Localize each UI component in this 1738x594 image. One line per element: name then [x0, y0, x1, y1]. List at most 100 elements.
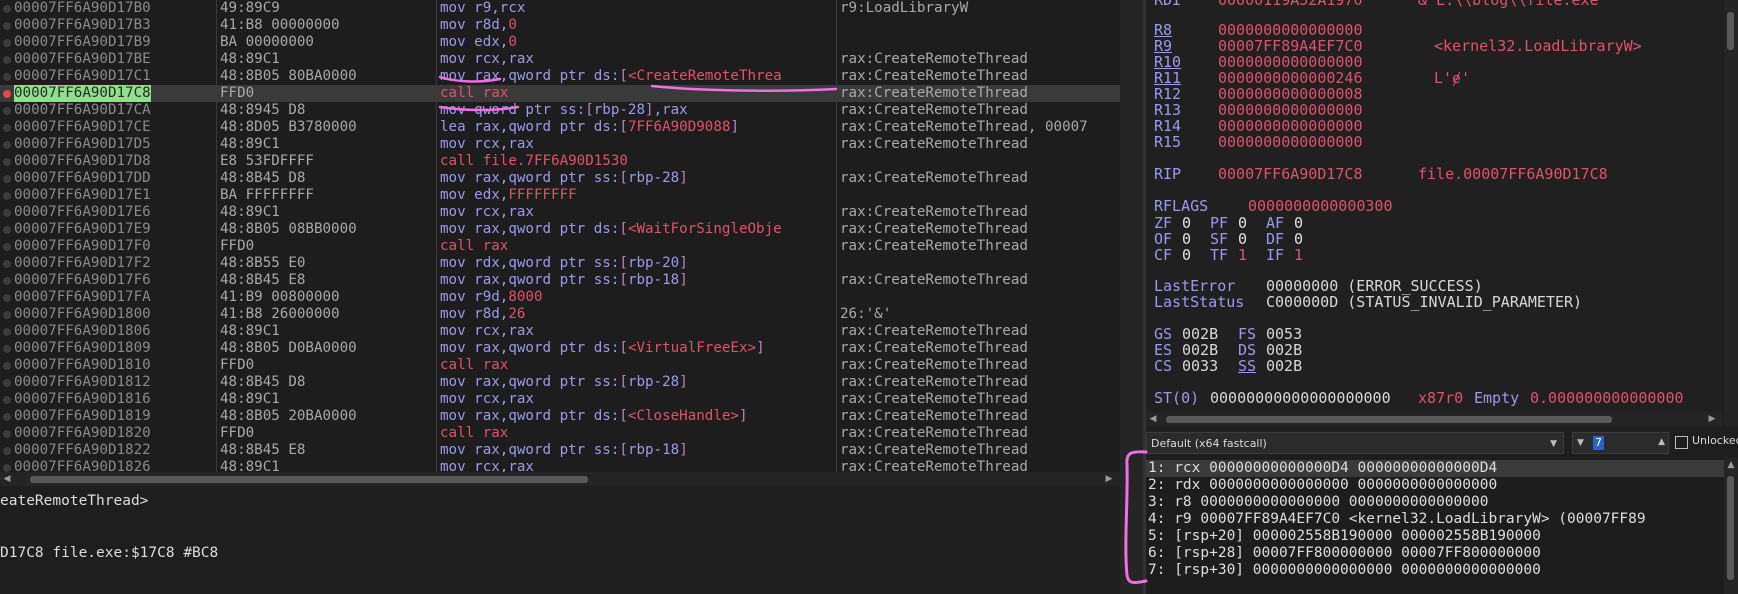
register-value[interactable]: 0000000000000000: [1218, 134, 1363, 151]
last-status-value[interactable]: C000000D (STATUS_INVALID_PARAMETER): [1266, 294, 1582, 311]
instruction-address[interactable]: 00007FF6A90D17E6: [14, 204, 151, 221]
instruction-address[interactable]: 00007FF6A90D1816: [14, 391, 151, 408]
scrollbar-thumb[interactable]: [30, 476, 588, 483]
disasm-row[interactable]: 00007FF6A90D17E9 48:8B05 08BB0000 mov rax,…: [0, 221, 1120, 238]
breakpoint-slot-icon[interactable]: [3, 226, 11, 234]
chevron-down-icon[interactable]: ▼: [1577, 438, 1584, 448]
instruction-address[interactable]: 00007FF6A90D17B0: [14, 0, 151, 17]
flag-value[interactable]: 0: [1182, 247, 1191, 264]
instruction-text[interactable]: mov rax,qword ptr ss:[rbp-28]: [440, 374, 836, 391]
instruction-text[interactable]: mov edx,FFFFFFFF: [440, 187, 836, 204]
disasm-row[interactable]: 00007FF6A90D1822 48:8B45 E8 mov rax,qword …: [0, 442, 1120, 459]
instruction-text[interactable]: mov rax,qword ptr ds:[<CreateRemoteThrea: [440, 68, 836, 85]
instruction-address[interactable]: 00007FF6A90D1812: [14, 374, 151, 391]
instruction-address[interactable]: 00007FF6A90D17D8: [14, 153, 151, 170]
disasm-row[interactable]: 00007FF6A90D1816 48:89C1 mov rcx,rax rax:Cr…: [0, 391, 1120, 408]
instruction-address[interactable]: 00007FF6A90D17F2: [14, 255, 151, 272]
argument-count-spinner[interactable]: ▼ 7 ▲: [1572, 432, 1669, 454]
instruction-text[interactable]: call rax: [440, 85, 836, 102]
registers-vertical-scrollbar[interactable]: [1724, 0, 1738, 426]
breakpoint-slot-icon[interactable]: [3, 243, 11, 251]
instruction-address[interactable]: 00007FF6A90D1809: [14, 340, 151, 357]
instruction-text[interactable]: call file.7FF6A90D1530: [440, 153, 836, 170]
disasm-row[interactable]: 00007FF6A90D1820 FFD0 call rax rax:CreateRe…: [0, 425, 1120, 442]
instruction-address[interactable]: 00007FF6A90D1819: [14, 408, 151, 425]
instruction-text[interactable]: mov rax,qword ptr ds:[<CloseHandle>]: [440, 408, 836, 425]
disasm-row[interactable]: 00007FF6A90D1812 48:8B45 D8 mov rax,qword …: [0, 374, 1120, 391]
segment-value[interactable]: 0033: [1182, 358, 1218, 375]
instruction-address[interactable]: 00007FF6A90D1820: [14, 425, 151, 442]
disasm-row[interactable]: 00007FF6A90D17B0 49:89C9 mov r9,rcx r9:Load…: [0, 0, 1120, 17]
instruction-text[interactable]: mov rcx,rax: [440, 204, 836, 221]
breakpoint-slot-icon[interactable]: [3, 260, 11, 268]
disasm-row[interactable]: 00007FF6A90D1810 FFD0 call rax rax:CreateRe…: [0, 357, 1120, 374]
instruction-address[interactable]: 00007FF6A90D17F6: [14, 272, 151, 289]
segment-value[interactable]: 002B: [1266, 358, 1302, 375]
disasm-row[interactable]: 00007FF6A90D1826 48:89C1 mov rcx,rax rax:Cr…: [0, 459, 1120, 472]
disasm-row[interactable]: 00007FF6A90D17CA 48:8945 D8 mov qword ptr …: [0, 102, 1120, 119]
arguments-vertical-scrollbar[interactable]: ▲: [1724, 458, 1738, 594]
disassembly-view[interactable]: 00007FF6A90D17B0 49:89C9 mov r9,rcx r9:Load…: [0, 0, 1120, 472]
disasm-row[interactable]: 00007FF6A90D17BE 48:89C1 mov rcx,rax rax:Cr…: [0, 51, 1120, 68]
breakpoint-slot-icon[interactable]: [3, 294, 11, 302]
argument-row[interactable]: 5: [rsp+20] 000002558B190000 000002558B1…: [1146, 528, 1724, 545]
breakpoint-slot-icon[interactable]: [3, 5, 11, 13]
disasm-row[interactable]: 00007FF6A90D17E6 48:89C1 mov rcx,rax rax:Cr…: [0, 204, 1120, 221]
disasm-row[interactable]: 00007FF6A90D17F0 FFD0 call rax rax:CreateRe…: [0, 238, 1120, 255]
instruction-text[interactable]: mov rcx,rax: [440, 51, 836, 68]
registers-view[interactable]: RDI 00000119A52A1970 &"L:\\blog\\file.exe"…: [1146, 0, 1723, 412]
instruction-address[interactable]: 00007FF6A90D17DD: [14, 170, 151, 187]
scroll-up-arrow-icon[interactable]: ▲: [1726, 460, 1736, 470]
disasm-row[interactable]: 00007FF6A90D1819 48:8B05 20BA0000 mov rax,…: [0, 408, 1120, 425]
call-convention-select[interactable]: Default (x64 fastcall) ▼: [1146, 432, 1564, 454]
scroll-left-arrow-icon[interactable]: ◀: [1148, 414, 1158, 424]
disasm-row[interactable]: 00007FF6A90D17FA 41:B9 00800000 mov r9d,80…: [0, 289, 1120, 306]
disasm-row[interactable]: 00007FF6A90D17F2 48:8B55 E0 mov rdx,qword …: [0, 255, 1120, 272]
breakpoint-slot-icon[interactable]: [3, 209, 11, 217]
instruction-text[interactable]: mov rax,qword ptr ss:[rbp-18]: [440, 272, 836, 289]
disassembly-horizontal-scrollbar[interactable]: ◀ ▶: [0, 472, 1120, 486]
instruction-text[interactable]: mov qword ptr ss:[rbp-28],rax: [440, 102, 836, 119]
fpu-register-value[interactable]: 00000000000000000000: [1210, 390, 1391, 407]
breakpoint-slot-icon[interactable]: [3, 158, 11, 166]
instruction-address[interactable]: 00007FF6A90D17E9: [14, 221, 151, 238]
disasm-row[interactable]: 00007FF6A90D17B3 41:B8 00000000 mov r8d,0: [0, 17, 1120, 34]
instruction-address[interactable]: 00007FF6A90D1806: [14, 323, 151, 340]
breakpoint-slot-icon[interactable]: [3, 124, 11, 132]
instruction-address[interactable]: 00007FF6A90D17D5: [14, 136, 151, 153]
breakpoint-slot-icon[interactable]: [3, 447, 11, 455]
flag-value[interactable]: 1: [1294, 247, 1303, 264]
breakpoint-slot-icon[interactable]: [3, 39, 11, 47]
instruction-text[interactable]: mov edx,0: [440, 34, 836, 51]
argument-row[interactable]: 3: r8 0000000000000000 0000000000000000: [1146, 494, 1724, 511]
instruction-text[interactable]: mov rax,qword ptr ss:[rbp-28]: [440, 170, 836, 187]
call-stack-arguments[interactable]: 1: rcx 00000000000000D4 00000000000000D4…: [1146, 458, 1724, 594]
breakpoint-slot-icon[interactable]: [3, 175, 11, 183]
breakpoint-slot-icon[interactable]: [3, 413, 11, 421]
breakpoint-slot-icon[interactable]: [3, 56, 11, 64]
instruction-address[interactable]: 00007FF6A90D17F0: [14, 238, 151, 255]
instruction-text[interactable]: mov rax,qword ptr ds:[<VirtualFreeEx>]: [440, 340, 836, 357]
instruction-address[interactable]: 00007FF6A90D17FA: [14, 289, 151, 306]
instruction-text[interactable]: mov r9d,8000: [440, 289, 836, 306]
instruction-text[interactable]: mov r9,rcx: [440, 0, 836, 17]
instruction-address[interactable]: 00007FF6A90D17BE: [14, 51, 151, 68]
instruction-text[interactable]: mov rcx,rax: [440, 136, 836, 153]
argument-row[interactable]: 7: [rsp+30] 0000000000000000 00000000000…: [1146, 562, 1724, 579]
instruction-text[interactable]: mov rcx,rax: [440, 323, 836, 340]
unlocked-checkbox[interactable]: [1675, 436, 1688, 449]
scrollbar-thumb[interactable]: [1166, 416, 1612, 423]
breakpoint-slot-icon[interactable]: [3, 311, 11, 319]
instruction-address[interactable]: 00007FF6A90D1810: [14, 357, 151, 374]
instruction-text[interactable]: call rax: [440, 357, 836, 374]
chevron-down-icon[interactable]: ▼: [1550, 433, 1557, 455]
instruction-address[interactable]: 00007FF6A90D17B9: [14, 34, 151, 51]
instruction-address[interactable]: 00007FF6A90D17C8: [14, 85, 151, 102]
breakpoint-slot-icon[interactable]: [3, 379, 11, 387]
instruction-text[interactable]: mov rcx,rax: [440, 459, 836, 472]
instruction-text[interactable]: mov rax,qword ptr ds:[<WaitForSingleObje: [440, 221, 836, 238]
instruction-address[interactable]: 00007FF6A90D1800: [14, 306, 151, 323]
registers-horizontal-scrollbar[interactable]: ◀ ▶: [1146, 412, 1723, 426]
disasm-row[interactable]: 00007FF6A90D17D5 48:89C1 mov rcx,rax rax:Cr…: [0, 136, 1120, 153]
instruction-text[interactable]: call rax: [440, 238, 836, 255]
